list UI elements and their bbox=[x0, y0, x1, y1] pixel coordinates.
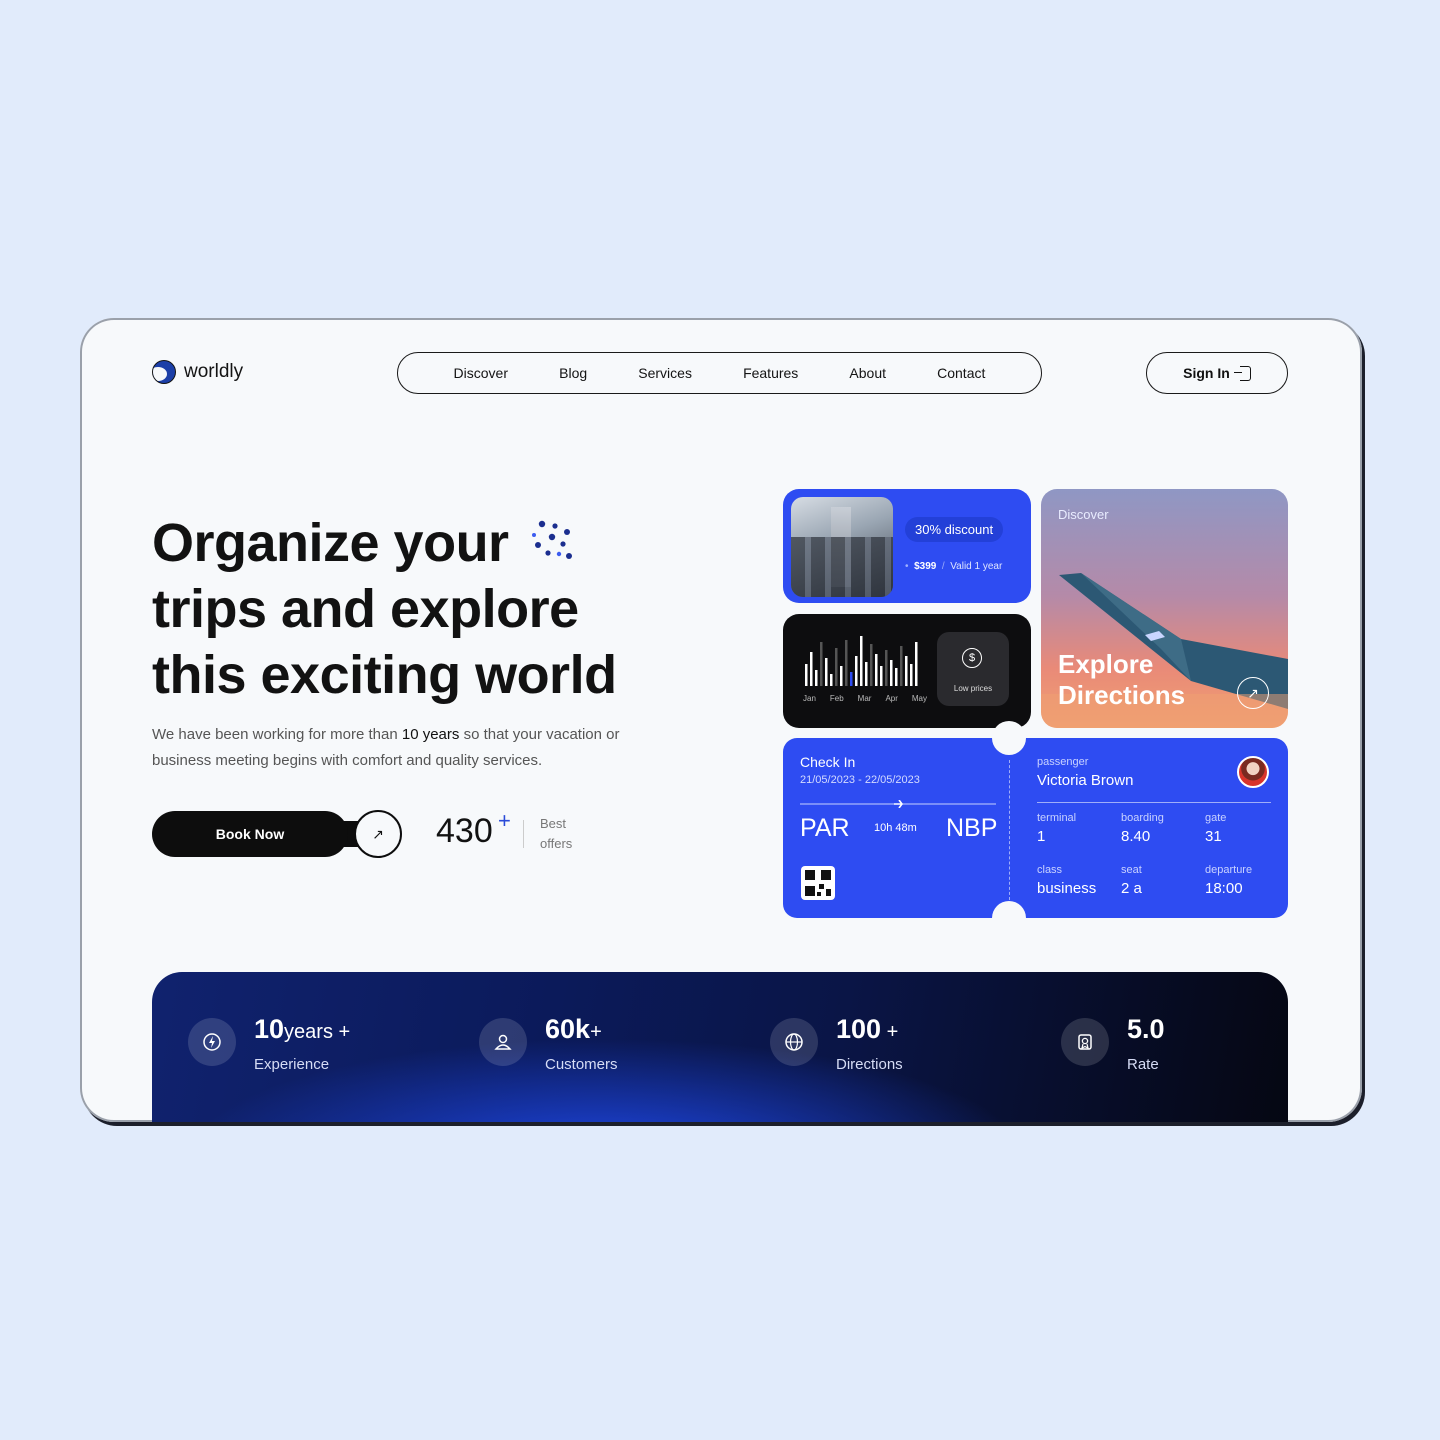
seat-field: seat 2 a bbox=[1121, 864, 1142, 897]
origin-code: PAR bbox=[800, 814, 850, 842]
chart-months: Jan Feb Mar Apr May bbox=[803, 694, 927, 703]
discount-card[interactable]: 30% discount • $399 / Valid 1 year bbox=[783, 489, 1031, 603]
explore-directions-card[interactable]: Discover Explore Directions ↗ bbox=[1041, 489, 1288, 728]
low-prices-tile[interactable]: $ Low prices bbox=[937, 632, 1009, 706]
class-field: class business bbox=[1037, 864, 1097, 897]
destination-code: NBP bbox=[946, 814, 998, 842]
terminal-field: terminal 1 bbox=[1037, 812, 1077, 845]
brand-logo[interactable]: worldly bbox=[152, 360, 243, 384]
discount-price: • $399 / Valid 1 year bbox=[905, 561, 1003, 572]
nav-contact[interactable]: Contact bbox=[937, 365, 985, 381]
boarding-field: boarding 8.40 bbox=[1121, 812, 1164, 845]
nav-services[interactable]: Services bbox=[638, 365, 692, 381]
book-now-label: Book Now bbox=[152, 811, 348, 857]
arrow-up-right-icon: ↗ bbox=[354, 810, 402, 858]
check-in-dates: 21/05/2023 - 22/05/2023 bbox=[800, 774, 920, 786]
main-nav: Discover Blog Services Features About Co… bbox=[397, 352, 1042, 394]
book-now-button[interactable]: Book Now ↗ bbox=[152, 810, 402, 858]
globe-icon bbox=[770, 1018, 818, 1066]
globe-logo-icon bbox=[152, 360, 176, 384]
hero-description: We have been working for more than 10 ye… bbox=[152, 726, 620, 769]
low-prices-label: Low prices bbox=[953, 684, 993, 693]
gate-field: gate 31 bbox=[1205, 812, 1227, 845]
passenger-label: passenger bbox=[1037, 756, 1089, 768]
nav-about[interactable]: About bbox=[849, 365, 886, 381]
sign-in-button[interactable]: Sign In bbox=[1146, 352, 1288, 394]
cabin-image bbox=[791, 497, 893, 597]
dollar-coin-icon: $ bbox=[962, 648, 982, 668]
flight-route-icon bbox=[800, 800, 996, 808]
login-icon bbox=[1233, 365, 1251, 381]
user-icon bbox=[479, 1018, 527, 1066]
brand-name: worldly bbox=[184, 361, 244, 382]
check-in-label: Check In bbox=[800, 754, 856, 770]
explore-kicker: Discover bbox=[1058, 507, 1109, 522]
explore-title: Explore Directions bbox=[1058, 649, 1186, 710]
browser-frame: worldly Discover Blog Services Features … bbox=[80, 318, 1362, 1122]
bolt-icon bbox=[188, 1018, 236, 1066]
nav-discover[interactable]: Discover bbox=[454, 365, 508, 381]
price-chart-card[interactable]: Jan Feb Mar Apr May $ Low prices bbox=[783, 614, 1031, 728]
flight-duration: 10h 48m bbox=[874, 822, 917, 834]
passenger-name: Victoria Brown bbox=[1037, 772, 1134, 789]
constellation-icon bbox=[532, 520, 572, 559]
explore-arrow-icon[interactable]: ↗ bbox=[1237, 677, 1269, 709]
avatar bbox=[1237, 756, 1269, 788]
stats-band: 10years + Experience 60k+ Customers 100 … bbox=[152, 972, 1288, 1122]
boarding-pass-card[interactable]: Check In 21/05/2023 - 22/05/2023 PAR 10h… bbox=[783, 721, 1288, 935]
offers-count: 430 bbox=[436, 812, 493, 850]
discount-badge: 30% discount bbox=[905, 517, 1004, 542]
price-bars bbox=[805, 636, 918, 686]
nav-features[interactable]: Features bbox=[743, 365, 798, 381]
qr-code-icon[interactable] bbox=[801, 866, 835, 900]
departure-field: departure 18:00 bbox=[1205, 864, 1253, 897]
offers-plus: + bbox=[498, 808, 511, 833]
offers-label: Best offers bbox=[540, 816, 573, 851]
badge-icon bbox=[1061, 1018, 1109, 1066]
nav-blog[interactable]: Blog bbox=[559, 365, 587, 381]
sign-in-label: Sign In bbox=[1183, 365, 1230, 381]
